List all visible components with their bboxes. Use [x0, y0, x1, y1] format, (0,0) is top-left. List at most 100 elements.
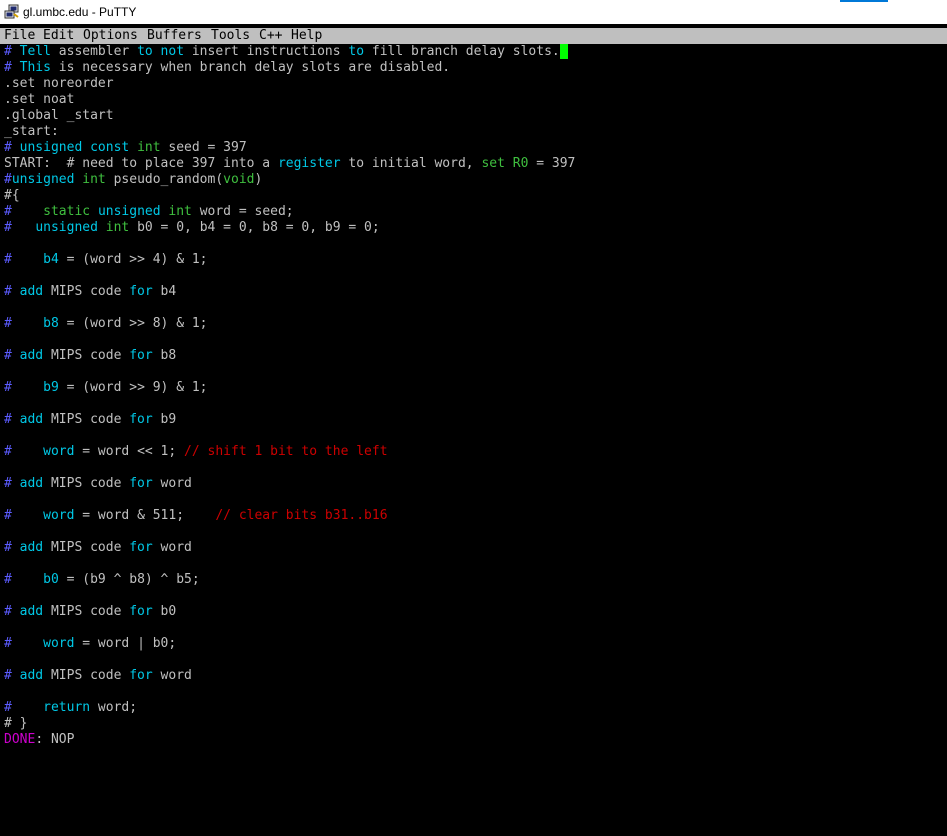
code-token: insert instructions [184, 44, 349, 59]
code-token: const [90, 140, 130, 155]
code-token: # [4, 572, 44, 587]
code-token: add [19, 284, 44, 299]
menu-cpp[interactable]: C++ [259, 28, 282, 44]
code-token: for [129, 668, 153, 683]
code-line: _start: [4, 124, 59, 140]
code-token: : NOP [35, 732, 75, 747]
code-token: fill branch delay slots. [364, 44, 560, 59]
code-token: unsigned [97, 204, 161, 219]
code-token: b4 [43, 252, 59, 267]
code-token: add [19, 668, 44, 683]
code-token: word; [90, 700, 138, 715]
menu-help[interactable]: Help [291, 28, 322, 44]
code-token: return [43, 700, 91, 715]
code-token: MIPS code [43, 284, 130, 299]
code-token: START: # need to place 397 into a [4, 156, 278, 171]
code-token: word [43, 636, 75, 651]
code-token: seed = 397 [160, 140, 247, 155]
putty-icon[interactable] [4, 4, 20, 20]
code-token: # [4, 380, 44, 395]
code-token: .set noreorder [4, 76, 114, 91]
menu-options[interactable]: Options [83, 28, 138, 44]
code-token: # [4, 412, 20, 427]
code-token: add [19, 476, 44, 491]
code-token: add [19, 604, 44, 619]
code-token: word = seed; [191, 204, 294, 219]
menu-file[interactable]: File [4, 28, 35, 44]
code-token: #{ [4, 188, 20, 203]
code-token: for [129, 604, 153, 619]
code-line: #unsigned int pseudo_random(void) [4, 172, 262, 188]
code-token: void [223, 172, 255, 187]
code-line: # b4 = (word >> 4) & 1; [4, 252, 208, 268]
code-line: # return word; [4, 700, 137, 716]
code-token: pseudo_random( [105, 172, 224, 187]
code-line: # } [4, 716, 27, 732]
code-token: # [4, 44, 20, 59]
code-line: # unsigned int b0 = 0, b4 = 0, b8 = 0, b… [4, 220, 380, 236]
code-token: word [43, 444, 75, 459]
code-token: This [19, 60, 51, 75]
code-line: #{ [4, 188, 20, 204]
text-cursor [559, 44, 568, 59]
window-title: gl.umbc.edu - PuTTY [23, 5, 137, 19]
menu-edit[interactable]: Edit [43, 28, 74, 44]
code-token: # [4, 204, 44, 219]
code-token: # [4, 348, 20, 363]
code-token: MIPS code [43, 412, 130, 427]
code-token: unsigned [11, 172, 75, 187]
code-token: .global _start [4, 108, 114, 123]
code-token: // shift 1 bit to the left [184, 444, 388, 459]
window-control-accent [840, 0, 888, 2]
code-token: register [277, 156, 341, 171]
code-token: _start: [4, 124, 59, 139]
code-token: # [4, 444, 44, 459]
code-line: # add MIPS code for word [4, 668, 192, 684]
code-token: b4 [152, 284, 177, 299]
code-token: MIPS code [43, 668, 130, 683]
code-token: = (word >> 8) & 1; [58, 316, 208, 331]
code-token: = (b9 ^ b8) ^ b5; [58, 572, 200, 587]
code-token: DONE [4, 732, 36, 747]
code-token: MIPS code [43, 540, 130, 555]
code-token: # [4, 172, 12, 187]
code-line: # add MIPS code for b8 [4, 348, 176, 364]
code-token: .set noat [4, 92, 75, 107]
code-line: # add MIPS code for b4 [4, 284, 176, 300]
code-token: for [129, 348, 153, 363]
code-line: .set noreorder [4, 76, 114, 92]
code-token: # [4, 540, 20, 555]
code-token: for [129, 284, 153, 299]
terminal-screen[interactable]: File Edit Options Buffers Tools C++ Help… [0, 26, 947, 836]
menu-tools[interactable]: Tools [211, 28, 250, 44]
code-token: MIPS code [43, 604, 130, 619]
emacs-menu-bar: File Edit Options Buffers Tools C++ Help [0, 28, 947, 44]
code-token: MIPS code [43, 476, 130, 491]
code-line: .set noat [4, 92, 74, 108]
code-token: static [43, 204, 91, 219]
code-token: = (word >> 4) & 1; [58, 252, 208, 267]
code-line: # word = word << 1; // shift 1 bit to th… [4, 444, 388, 460]
code-token: int [137, 140, 161, 155]
menu-buffers[interactable]: Buffers [147, 28, 202, 44]
code-token: word [43, 508, 75, 523]
code-line: # b0 = (b9 ^ b8) ^ b5; [4, 572, 200, 588]
code-token: Tell [19, 44, 51, 59]
code-token: // clear bits b31..b16 [215, 508, 388, 523]
code-token: b8 [152, 348, 177, 363]
code-token: for [129, 412, 153, 427]
code-token: # [4, 252, 44, 267]
code-line: # unsigned const int seed = 397 [4, 140, 247, 156]
code-token: add [19, 412, 44, 427]
code-token: = word | b0; [74, 636, 177, 651]
code-token: = word & 511; [74, 508, 216, 523]
code-token: to initial word, [340, 156, 482, 171]
code-token: unsigned [19, 140, 83, 155]
code-token: # [4, 60, 20, 75]
code-token: # } [4, 716, 28, 731]
title-bar[interactable]: gl.umbc.edu - PuTTY [0, 0, 947, 24]
code-line: .global _start [4, 108, 114, 124]
code-token: # [4, 700, 44, 715]
